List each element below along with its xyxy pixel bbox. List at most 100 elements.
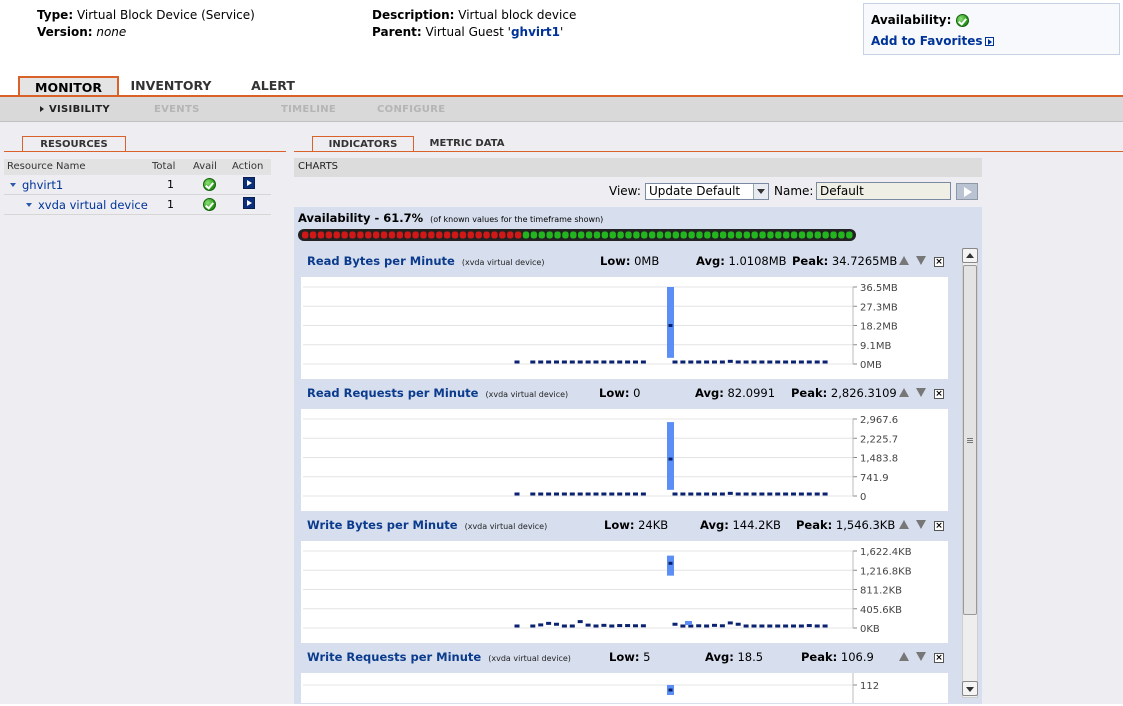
subtab-events[interactable]: EVENTS xyxy=(154,104,200,115)
triangle-right-icon xyxy=(40,106,44,112)
low-label: Low: xyxy=(599,386,630,400)
arrow-right-box-icon xyxy=(984,37,994,46)
parent-prefix: Virtual Guest ' xyxy=(425,25,511,39)
parent-link[interactable]: ghvirt1 xyxy=(511,25,560,39)
scroll-up-button[interactable] xyxy=(962,248,978,263)
tab-indicators[interactable]: INDICATORS xyxy=(312,136,414,152)
chevron-down-icon[interactable] xyxy=(10,183,16,187)
move-up-icon[interactable] xyxy=(899,256,909,265)
avg-value: 144.2KB xyxy=(732,518,781,532)
description-value: Virtual block device xyxy=(458,8,577,22)
col-resource-name: Resource Name xyxy=(7,161,86,172)
move-down-icon[interactable] xyxy=(916,652,926,661)
tab-metric-data[interactable]: METRIC DATA xyxy=(424,136,510,152)
scroll-down-button[interactable] xyxy=(962,681,978,696)
data-point xyxy=(593,624,599,628)
name-input[interactable] xyxy=(816,182,951,200)
availability-up-segment xyxy=(806,231,814,239)
move-up-icon[interactable] xyxy=(899,520,909,529)
tab-resources[interactable]: RESOURCES xyxy=(22,136,126,152)
availability-down-segment xyxy=(380,231,388,239)
add-to-favorites-link[interactable]: Add to Favorites xyxy=(871,34,994,48)
chart-plot: 112 xyxy=(303,673,879,703)
view-select[interactable]: Update Default xyxy=(645,183,769,200)
data-point xyxy=(712,623,717,627)
close-icon[interactable]: × xyxy=(934,653,944,663)
indicators-underline xyxy=(294,151,1123,152)
data-point xyxy=(561,624,567,628)
availability-up-segment xyxy=(688,231,695,239)
data-point xyxy=(783,360,789,364)
data-point xyxy=(704,492,710,496)
availability-down-segment xyxy=(507,231,514,239)
metric-low: Low: 0 xyxy=(599,386,640,400)
availability-up-segment xyxy=(775,231,782,239)
data-point xyxy=(625,624,631,628)
scroll-thumb[interactable] xyxy=(963,265,977,615)
version-label: Version: xyxy=(37,25,93,39)
action-arrow-button[interactable] xyxy=(243,177,255,189)
data-point xyxy=(688,492,694,496)
resource-link-ghvirt1[interactable]: ghvirt1 xyxy=(22,178,63,192)
availability-down-segment xyxy=(451,231,459,239)
view-label: View: xyxy=(609,184,641,198)
availability-down-segment xyxy=(372,231,380,239)
action-arrow-button[interactable] xyxy=(243,197,255,209)
availability-down-segment xyxy=(357,231,364,239)
data-point xyxy=(514,624,520,628)
data-point xyxy=(743,624,749,628)
tab-monitor[interactable]: MONITOR xyxy=(18,76,119,96)
move-up-icon[interactable] xyxy=(899,652,909,661)
metric-title: Write Bytes per Minute (xvda virtual dev… xyxy=(307,518,547,532)
type-value: Virtual Block Device (Service) xyxy=(76,8,255,22)
data-point xyxy=(798,360,804,364)
data-point xyxy=(767,492,773,496)
peak-value: 1,546.3KB xyxy=(835,518,896,532)
col-avail: Avail xyxy=(193,161,217,172)
close-icon[interactable]: × xyxy=(934,521,944,531)
chart-area: 2,967.6 2,225.7 1,483.8 741.9 0 xyxy=(301,409,948,511)
chevron-down-icon[interactable] xyxy=(26,203,32,207)
data-point xyxy=(577,492,583,496)
data-point xyxy=(735,492,741,496)
data-point xyxy=(775,360,781,364)
move-down-icon[interactable] xyxy=(916,256,926,265)
data-point xyxy=(601,492,607,496)
data-point xyxy=(625,492,631,496)
close-icon[interactable]: × xyxy=(934,257,944,267)
data-point xyxy=(791,492,796,496)
subtab-visibility[interactable]: VISIBILITY xyxy=(49,104,110,115)
data-point xyxy=(640,360,646,364)
data-point xyxy=(759,624,765,628)
subtab-timeline[interactable]: TIMELINE xyxy=(281,104,336,115)
low-label: Low: xyxy=(600,254,631,268)
data-point xyxy=(696,360,702,364)
metric-name: Read Bytes per Minute xyxy=(307,254,455,268)
data-point xyxy=(727,491,733,495)
tab-alert[interactable]: ALERT xyxy=(232,76,314,96)
availability-up-segment xyxy=(822,231,829,239)
y-tick-label: 1,216.8KB xyxy=(860,566,912,577)
move-down-icon[interactable] xyxy=(916,388,926,397)
play-button[interactable] xyxy=(956,183,978,200)
resource-link-xvda[interactable]: xvda virtual device xyxy=(38,198,148,212)
move-up-icon[interactable] xyxy=(899,388,909,397)
data-point xyxy=(569,624,575,628)
data-point xyxy=(617,360,623,364)
y-tick-label: 405.6KB xyxy=(860,605,902,616)
data-point xyxy=(640,624,646,628)
y-tick-label: 9.1MB xyxy=(860,341,892,352)
availability-up-segment xyxy=(522,231,530,239)
close-icon[interactable]: × xyxy=(934,389,944,399)
tab-inventory[interactable]: INVENTORY xyxy=(125,76,217,96)
metric-peak: Peak: 106.9 xyxy=(801,650,874,664)
low-value: 24KB xyxy=(638,518,669,532)
metric-subtitle: (xvda virtual device) xyxy=(461,258,545,267)
data-point xyxy=(577,360,583,364)
subtab-configure[interactable]: CONFIGURE xyxy=(377,104,445,115)
data-point xyxy=(798,492,804,496)
type-label: Type: xyxy=(37,8,74,22)
move-down-icon[interactable] xyxy=(916,520,926,529)
description-label: Description: xyxy=(372,8,455,22)
data-point xyxy=(775,492,781,496)
